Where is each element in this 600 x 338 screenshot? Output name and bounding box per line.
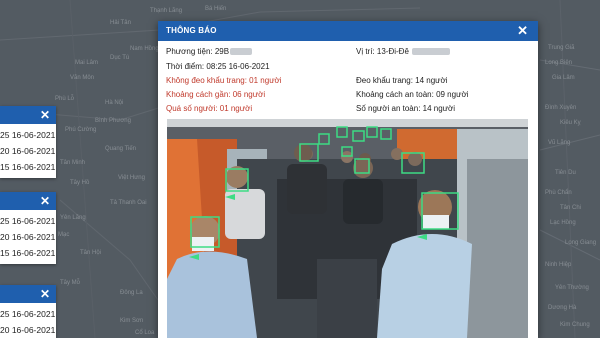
redacted-plate — [230, 48, 253, 56]
card-row: 15 16-06-2021 — [0, 162, 56, 172]
vehicle-info: Phương tiện: 29B — [166, 47, 253, 56]
safe-count: Số người an toàn: 14 người — [356, 104, 456, 113]
bus-interior-image — [167, 119, 528, 338]
notification-dialog: THÔNG BÁO ✕ Phương tiện: 29B Vị trí: 13-… — [158, 21, 538, 338]
redacted-location — [412, 48, 451, 56]
notification-card[interactable]: ✕ 25 16-06-2021 20 16-06-2021 15 16-06-2… — [0, 106, 56, 178]
close-icon[interactable]: ✕ — [40, 194, 50, 208]
card-row: 15 16-06-2021 — [0, 248, 56, 258]
card-header: ✕ — [0, 192, 56, 210]
over-capacity-count: Quá số người: 01 người — [166, 104, 253, 113]
camera-snapshot — [167, 119, 528, 338]
close-icon[interactable]: ✕ — [40, 108, 50, 122]
time-label: Thời điểm: 08:25 16-06-2021 — [166, 62, 270, 71]
vehicle-label: Phương tiện: 29B — [166, 47, 230, 56]
close-icon[interactable]: ✕ — [517, 23, 528, 38]
near-distance-count: Khoảng cách gần: 06 người — [166, 90, 266, 99]
card-header: ✕ — [0, 285, 56, 303]
location-info: Vị trí: 13-Đi-Đê — [356, 47, 451, 56]
dialog-title: THÔNG BÁO — [166, 26, 217, 35]
location-label: Vị trí: 13-Đi-Đê — [356, 47, 409, 56]
card-header: ✕ — [0, 106, 56, 124]
card-row: 20 16-06-2021 — [0, 325, 56, 335]
safe-distance-count: Khoảng cách an toàn: 09 người — [356, 90, 469, 99]
card-row: 25 16-06-2021 — [0, 216, 56, 226]
no-mask-count: Không đeo khẩu trang: 01 người — [166, 76, 282, 85]
card-row: 20 16-06-2021 — [0, 232, 56, 242]
card-row: 25 16-06-2021 — [0, 130, 56, 140]
close-icon[interactable]: ✕ — [40, 287, 50, 301]
card-row: 25 16-06-2021 — [0, 309, 56, 319]
card-row: 20 16-06-2021 — [0, 146, 56, 156]
notification-card[interactable]: ✕ 25 16-06-2021 20 16-06-2021 — [0, 285, 56, 338]
notification-card[interactable]: ✕ 25 16-06-2021 20 16-06-2021 15 16-06-2… — [0, 192, 56, 264]
dialog-header: THÔNG BÁO ✕ — [158, 21, 538, 41]
mask-count: Đeo khẩu trang: 14 người — [356, 76, 448, 85]
